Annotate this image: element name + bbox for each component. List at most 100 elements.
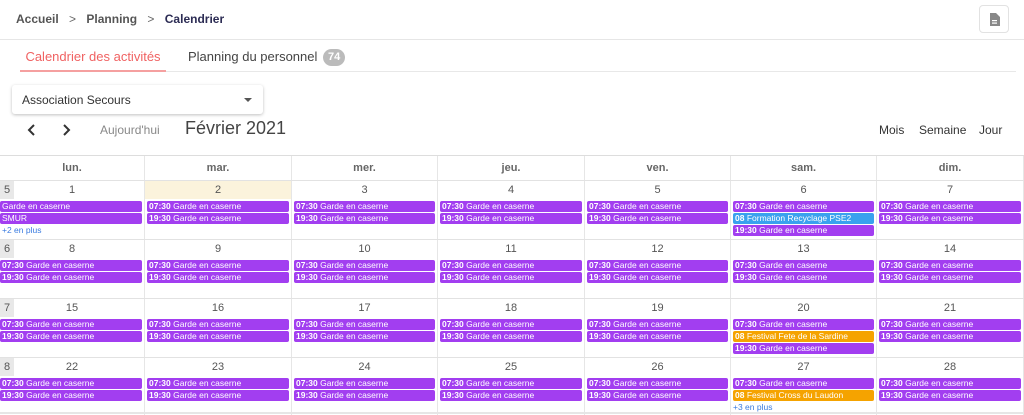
more-events-link[interactable]: +2 en plus	[2, 225, 41, 235]
calendar-event[interactable]: 07:30 Garde en caserne	[147, 378, 289, 389]
calendar-event[interactable]: 19:30 Garde en caserne	[294, 331, 435, 342]
calendar-event[interactable]: SMUR	[0, 213, 142, 224]
calendar-event[interactable]: 07:30 Garde en caserne	[587, 319, 728, 330]
breadcrumb-home[interactable]: Accueil	[16, 12, 59, 26]
calendar-event[interactable]: 19:30 Garde en caserne	[147, 272, 289, 283]
calendar-event[interactable]: 19:30 Garde en caserne	[733, 343, 874, 354]
day-cell[interactable]: 24 07:30 Garde en caserne 19:30 Garde en c…	[292, 358, 438, 415]
day-cell[interactable]: 3 07:30 Garde en caserne 19:30 Garde en ca…	[292, 181, 438, 239]
day-cell[interactable]: 19 07:30 Garde en caserne 19:30 Garde en c…	[585, 299, 731, 357]
day-cell[interactable]: 12 07:30 Garde en caserne 19:30 Garde en c…	[585, 240, 731, 298]
calendar-event[interactable]: 19:30 Garde en caserne	[587, 272, 728, 283]
day-number[interactable]: 5	[585, 184, 730, 196]
calendar-event[interactable]: 19:30 Garde en caserne	[440, 331, 582, 342]
day-number[interactable]: 18	[438, 302, 584, 314]
day-cell[interactable]: 4 07:30 Garde en caserne 19:30 Garde en ca…	[438, 181, 585, 239]
calendar-event[interactable]: 19:30 Garde en caserne	[587, 390, 728, 401]
day-cell[interactable]: 9 07:30 Garde en caserne 19:30 Garde en ca…	[145, 240, 292, 298]
day-cell[interactable]: 10 07:30 Garde en caserne 19:30 Garde en c…	[292, 240, 438, 298]
week-number[interactable]: 8	[0, 358, 14, 376]
calendar-event[interactable]: 07:30 Garde en caserne	[0, 319, 142, 330]
calendar-event[interactable]: 07:30 Garde en caserne	[294, 378, 435, 389]
day-cell[interactable]: 13 07:30 Garde en caserne 19:30 Garde en c…	[731, 240, 877, 298]
calendar-event[interactable]: 19:30 Garde en caserne	[733, 225, 874, 236]
week-number[interactable]: 7	[0, 299, 14, 317]
calendar-event[interactable]: 07:30 Garde en caserne	[440, 260, 582, 271]
week-number[interactable]: 6	[0, 240, 14, 258]
view-day-button[interactable]: Jour	[979, 123, 1002, 137]
day-number[interactable]: 12	[585, 243, 730, 255]
day-cell[interactable]: 1 5 Garde en caserne SMUR +2 en plus	[0, 181, 145, 239]
calendar-event[interactable]: 07:30 Garde en caserne	[294, 201, 435, 212]
day-cell[interactable]: 20 07:30 Garde en caserne 08 Festival Fete…	[731, 299, 877, 357]
day-cell[interactable]: 16 07:30 Garde en caserne 19:30 Garde en c…	[145, 299, 292, 357]
day-cell[interactable]: 23 07:30 Garde en caserne 19:30 Garde en c…	[145, 358, 292, 415]
calendar-event[interactable]: 07:30 Garde en caserne	[147, 260, 289, 271]
day-number[interactable]: 19	[585, 302, 730, 314]
day-number[interactable]: 24	[292, 361, 437, 373]
calendar-event[interactable]: 07:30 Garde en caserne	[147, 319, 289, 330]
day-cell[interactable]: 7 07:30 Garde en caserne 19:30 Garde en ca…	[877, 181, 1024, 239]
breadcrumb-planning[interactable]: Planning	[86, 12, 137, 26]
day-cell[interactable]: 21 07:30 Garde en caserne 19:30 Garde en c…	[877, 299, 1024, 357]
day-number[interactable]: 8	[0, 243, 144, 255]
calendar-event[interactable]: 08 Festival Cross du Laudon	[733, 390, 874, 401]
day-number[interactable]: 15	[0, 302, 144, 314]
next-month-button[interactable]	[56, 120, 76, 140]
calendar-event[interactable]: 07:30 Garde en caserne	[0, 260, 142, 271]
day-cell[interactable]: 15 7 07:30 Garde en caserne 19:30 Garde en …	[0, 299, 145, 357]
today-button[interactable]: Aujourd'hui	[100, 123, 160, 137]
view-week-button[interactable]: Semaine	[919, 123, 966, 137]
calendar-event[interactable]: 19:30 Garde en caserne	[733, 272, 874, 283]
calendar-event[interactable]: 19:30 Garde en caserne	[879, 390, 1021, 401]
calendar-event[interactable]: 07:30 Garde en caserne	[733, 378, 874, 389]
calendar-event[interactable]: 07:30 Garde en caserne	[879, 260, 1021, 271]
calendar-event[interactable]: Garde en caserne	[0, 201, 142, 212]
calendar-event[interactable]: 07:30 Garde en caserne	[294, 260, 435, 271]
day-number[interactable]: 14	[877, 243, 1023, 255]
calendar-event[interactable]: 08 Formation Recyclage PSE2	[733, 213, 874, 224]
calendar-event[interactable]: 07:30 Garde en caserne	[733, 319, 874, 330]
calendar-event[interactable]: 19:30 Garde en caserne	[147, 213, 289, 224]
day-number[interactable]: 9	[145, 243, 291, 255]
day-number[interactable]: 25	[438, 361, 584, 373]
day-number[interactable]: 1	[0, 184, 144, 196]
calendar-event[interactable]: 19:30 Garde en caserne	[0, 390, 142, 401]
day-cell[interactable]: 25 07:30 Garde en caserne 19:30 Garde en c…	[438, 358, 585, 415]
calendar-event[interactable]: 19:30 Garde en caserne	[440, 213, 582, 224]
export-document-button[interactable]	[979, 5, 1009, 33]
calendar-event[interactable]: 19:30 Garde en caserne	[587, 213, 728, 224]
calendar-event[interactable]: 07:30 Garde en caserne	[0, 378, 142, 389]
day-cell[interactable]: 14 07:30 Garde en caserne 19:30 Garde en c…	[877, 240, 1024, 298]
more-events-link[interactable]: +3 en plus	[733, 402, 772, 412]
previous-month-button[interactable]	[22, 120, 42, 140]
day-number[interactable]: 27	[731, 361, 876, 373]
day-cell[interactable]: 22 8 07:30 Garde en caserne 19:30 Garde en …	[0, 358, 145, 415]
day-cell[interactable]: 6 07:30 Garde en caserne 08 Formation Recy…	[731, 181, 877, 239]
calendar-event[interactable]: 07:30 Garde en caserne	[587, 201, 728, 212]
day-number[interactable]: 20	[731, 302, 876, 314]
calendar-event[interactable]: 07:30 Garde en caserne	[440, 319, 582, 330]
calendar-event[interactable]: 19:30 Garde en caserne	[294, 213, 435, 224]
tab-calendrier-activites[interactable]: Calendrier des activités	[20, 42, 166, 72]
day-number[interactable]: 6	[731, 184, 876, 196]
day-number[interactable]: 26	[585, 361, 730, 373]
day-number[interactable]: 13	[731, 243, 876, 255]
calendar-event[interactable]: 19:30 Garde en caserne	[879, 272, 1021, 283]
day-number[interactable]: 22	[0, 361, 144, 373]
calendar-event[interactable]: 08 Festival Fete de la Sardine	[733, 331, 874, 342]
tab-planning-personnel[interactable]: Planning du personnel 74	[188, 42, 346, 72]
calendar-event[interactable]: 19:30 Garde en caserne	[440, 272, 582, 283]
calendar-event[interactable]: 19:30 Garde en caserne	[879, 331, 1021, 342]
calendar-event[interactable]: 07:30 Garde en caserne	[440, 201, 582, 212]
day-cell-today[interactable]: 2 07:30 Garde en caserne 19:30 Garde en ca…	[145, 181, 292, 239]
day-cell[interactable]: 27 07:30 Garde en caserne 08 Festival Cros…	[731, 358, 877, 415]
day-number[interactable]: 2	[145, 184, 291, 196]
day-number[interactable]: 4	[438, 184, 584, 196]
calendar-event[interactable]: 07:30 Garde en caserne	[879, 201, 1021, 212]
day-number[interactable]: 10	[292, 243, 437, 255]
calendar-event[interactable]: 19:30 Garde en caserne	[294, 272, 435, 283]
calendar-event[interactable]: 07:30 Garde en caserne	[587, 378, 728, 389]
calendar-event[interactable]: 19:30 Garde en caserne	[440, 390, 582, 401]
calendar-event[interactable]: 19:30 Garde en caserne	[587, 331, 728, 342]
